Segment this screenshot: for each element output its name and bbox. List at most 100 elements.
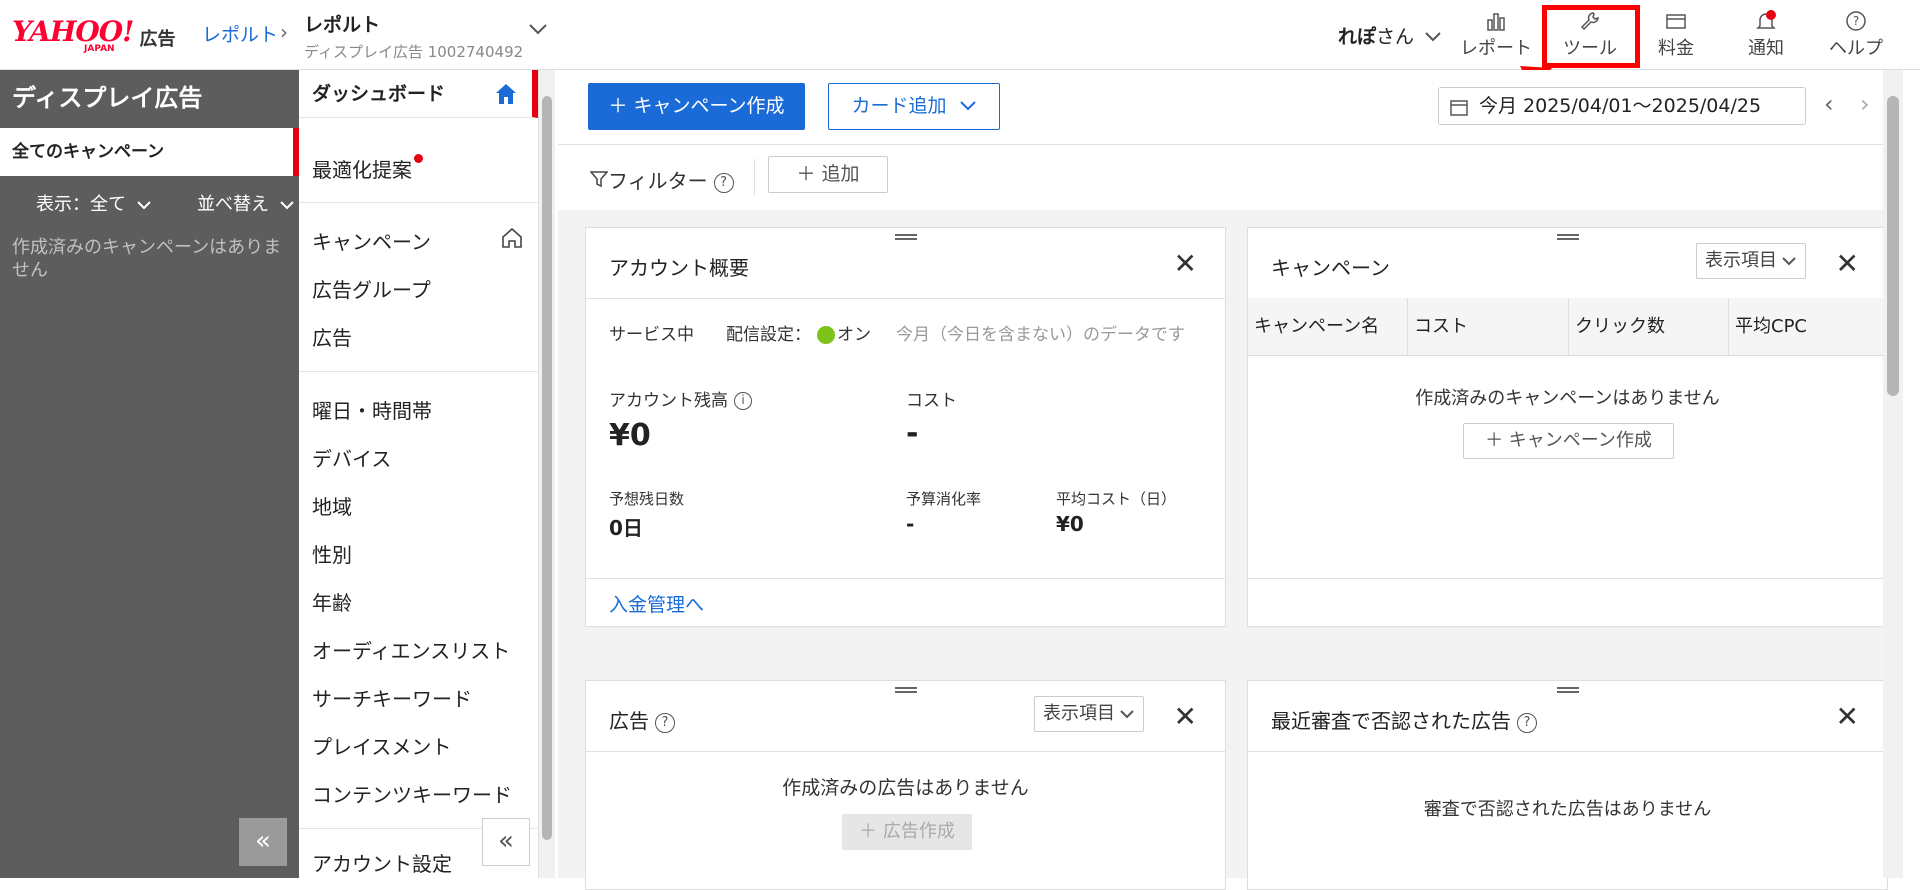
nav-report[interactable]: レポート xyxy=(1454,10,1538,60)
nav-notify[interactable]: 通知 xyxy=(1724,10,1808,60)
help-icon[interactable]: ? xyxy=(655,712,675,733)
collapse-panel-button[interactable]: « xyxy=(239,818,287,866)
add-card-button[interactable]: カード追加 xyxy=(828,83,1000,130)
nav-audience[interactable]: オーディエンスリスト xyxy=(312,635,510,664)
campaign-table-header: キャンペーン名 コスト クリック数 平均CPC xyxy=(1248,298,1887,356)
nav-fees-label: 料金 xyxy=(1658,38,1694,59)
close-icon[interactable]: ✕ xyxy=(1174,703,1197,731)
close-icon[interactable]: ✕ xyxy=(1174,250,1197,278)
deposit-link[interactable]: 入金管理へ xyxy=(609,590,704,617)
sort-control[interactable]: 並べ替え xyxy=(197,190,295,216)
display-items-button[interactable]: 表示項目 xyxy=(1034,696,1144,732)
nav-campaign[interactable]: キャンペーン xyxy=(312,226,431,255)
nav-day-time[interactable]: 曜日・時間帯 xyxy=(312,395,432,424)
bell-icon xyxy=(1756,10,1776,29)
add-card-label: カード追加 xyxy=(851,95,947,117)
chevron-down-icon xyxy=(1425,32,1441,42)
logo-sub: JAPAN xyxy=(84,44,115,54)
budget-label: 予算消化率 xyxy=(906,490,982,508)
chevron-down-icon xyxy=(280,201,294,210)
display-filter[interactable]: 表示：全て xyxy=(36,190,152,216)
side-nav: ダッシュボード 最適化提案 キャンペーン 広告グループ 広告 曜日・時間帯 デバ… xyxy=(299,70,539,878)
filter-label: フィルター xyxy=(608,169,708,193)
create-campaign-button[interactable]: ＋ キャンペーン作成 xyxy=(588,83,805,130)
home-outline-icon[interactable] xyxy=(500,226,524,250)
avg-cost-value: ¥0 xyxy=(1056,512,1084,536)
nav-placement[interactable]: プレイスメント xyxy=(312,731,451,760)
nav-adgroup[interactable]: 広告グループ xyxy=(312,274,431,303)
display-items-button[interactable]: 表示項目 xyxy=(1696,243,1806,279)
create-ad-button[interactable]: ＋ 広告作成 xyxy=(842,814,972,850)
card-title: 広告? xyxy=(609,705,675,734)
column-header[interactable]: クリック数 xyxy=(1569,298,1729,355)
filter-divider xyxy=(754,159,755,195)
account-sub: ディスプレイ広告 1002740492 xyxy=(304,43,524,61)
delivery-label: 配信設定： xyxy=(726,325,811,345)
filter-bar: フィルター? ＋ 追加 xyxy=(558,145,1900,210)
account-overview-card: アカウント概要 ✕ サービス中 配信設定： オン 今月（今日を含まない）のデータで… xyxy=(585,227,1226,627)
user-name: れぽ xyxy=(1338,26,1377,48)
empty-rejected-text: 審査で否認された広告はありません xyxy=(1423,799,1712,820)
nav-region[interactable]: 地域 xyxy=(312,491,352,520)
days-label: 予想残日数 xyxy=(609,490,685,508)
account-name: レポルト xyxy=(304,14,381,36)
drag-handle-icon[interactable] xyxy=(894,687,917,693)
svg-text:?: ? xyxy=(1853,14,1859,28)
nav-search-keyword[interactable]: サーチキーワード xyxy=(312,683,472,712)
column-header[interactable]: 平均CPC xyxy=(1729,298,1887,355)
dashboard-main: ＋ キャンペーン作成 カード追加 今月 2025/04/01～2025/04/2… xyxy=(558,70,1900,890)
all-campaigns-item[interactable]: 全てのキャンペーン xyxy=(0,128,299,176)
collapse-nav-button[interactable]: « xyxy=(482,818,530,866)
info-icon[interactable]: i xyxy=(734,392,752,410)
help-icon[interactable]: ? xyxy=(713,172,734,193)
prev-period-button[interactable]: ‹ xyxy=(1824,90,1834,118)
date-range-picker[interactable]: 今月 2025/04/01～2025/04/25 xyxy=(1438,87,1806,125)
close-icon[interactable]: ✕ xyxy=(1836,703,1859,731)
balance-value: ¥0 xyxy=(609,418,651,453)
balance-label: アカウント残高 i xyxy=(609,386,752,411)
cost-value: - xyxy=(906,416,919,451)
user-suffix: さん xyxy=(1376,26,1415,48)
drag-handle-icon[interactable] xyxy=(1556,687,1579,693)
column-header[interactable]: キャンペーン名 xyxy=(1248,298,1408,355)
nav-gender[interactable]: 性別 xyxy=(312,539,352,568)
chevron-down-icon[interactable] xyxy=(528,22,548,36)
campaign-card: キャンペーン 表示項目 ✕ キャンペーン名 コスト クリック数 平均CPC 作成… xyxy=(1247,227,1888,627)
toolbar: ＋ キャンペーン作成 カード追加 今月 2025/04/01～2025/04/2… xyxy=(558,70,1900,145)
display-filter-label: 表示：全て xyxy=(36,194,126,215)
delivery-value: オン xyxy=(837,325,871,345)
nav-dashboard[interactable]: ダッシュボード xyxy=(299,70,538,118)
filter-icon xyxy=(589,171,609,188)
breadcrumb-link[interactable]: レポルト xyxy=(202,20,278,47)
close-icon[interactable]: ✕ xyxy=(1836,250,1859,278)
nav-content-keyword[interactable]: コンテンツキーワード xyxy=(312,779,512,808)
create-campaign-button[interactable]: ＋ キャンペーン作成 xyxy=(1463,423,1674,459)
service-status: サービス中 xyxy=(609,325,694,345)
nav-optimize[interactable]: 最適化提案 xyxy=(312,154,423,183)
account-selector[interactable]: レポルト ディスプレイ広告 1002740492 xyxy=(304,10,523,62)
date-range-text: 今月 2025/04/01～2025/04/25 xyxy=(1479,95,1762,117)
nav-device[interactable]: デバイス xyxy=(312,443,391,472)
yahoo-ads-logo[interactable]: YAHOO! JAPAN 広告 xyxy=(12,18,175,55)
scrollbar-thumb[interactable] xyxy=(1887,96,1899,396)
nav-account-settings[interactable]: アカウント設定 xyxy=(312,848,452,877)
nav-fees[interactable]: 料金 xyxy=(1634,10,1718,60)
user-menu[interactable]: れぽさん xyxy=(1338,22,1442,49)
help-icon[interactable]: ? xyxy=(1517,712,1537,733)
drag-handle-icon[interactable] xyxy=(894,234,917,240)
display-items-label: 表示項目 xyxy=(1043,703,1115,724)
filter-control[interactable]: フィルター? xyxy=(589,165,734,194)
column-header[interactable]: コスト xyxy=(1408,298,1569,355)
drag-handle-icon[interactable] xyxy=(1556,234,1579,240)
next-period-button[interactable]: › xyxy=(1860,90,1870,118)
main-scrollbar[interactable] xyxy=(1883,70,1903,878)
add-filter-button[interactable]: ＋ 追加 xyxy=(768,156,888,193)
nav-ad[interactable]: 広告 xyxy=(312,322,352,351)
divider xyxy=(586,578,1225,579)
scrollbar-thumb[interactable] xyxy=(542,96,552,840)
nav-age[interactable]: 年齢 xyxy=(312,587,352,616)
divider xyxy=(586,298,1225,299)
nav-scrollbar[interactable] xyxy=(539,70,555,878)
bar-chart-icon xyxy=(1487,13,1505,31)
nav-help[interactable]: ? ヘルプ xyxy=(1814,10,1898,60)
